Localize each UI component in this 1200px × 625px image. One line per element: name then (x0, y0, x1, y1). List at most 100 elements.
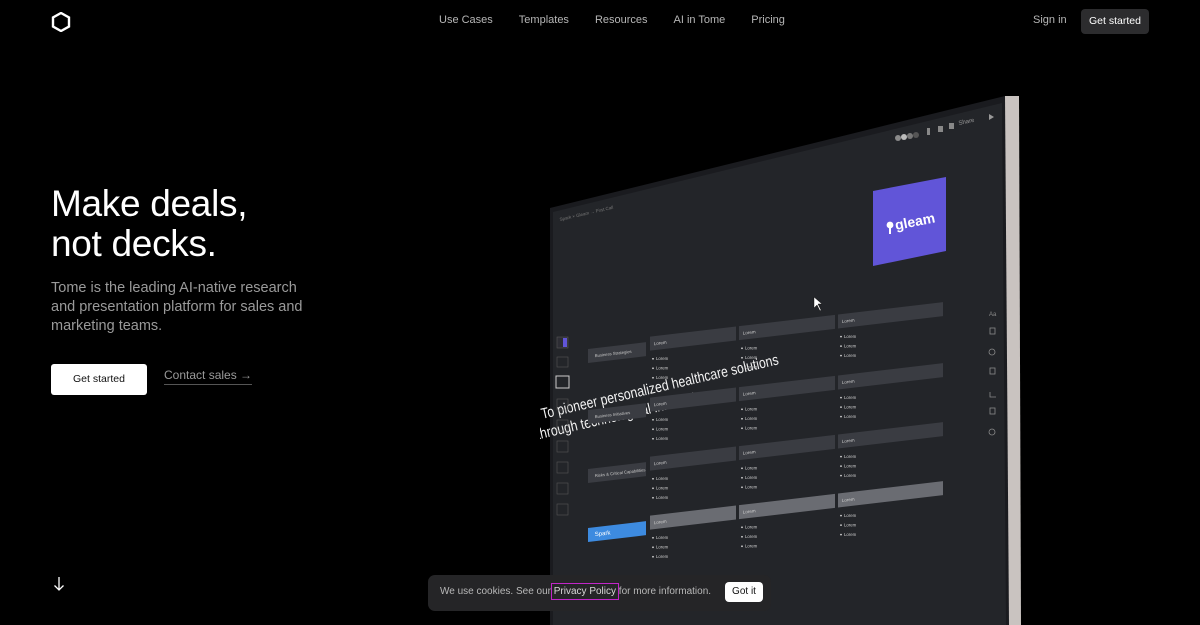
bullet-item: Lorem (656, 366, 669, 371)
bullet-dot-icon (840, 524, 842, 527)
bullet-item: Lorem (844, 523, 857, 528)
hero-headline-line2: not decks. (51, 223, 217, 264)
bullet-dot-icon (652, 477, 654, 480)
tome-logo[interactable] (51, 12, 71, 32)
bullet-item: Lorem (656, 356, 669, 361)
cookie-prefix: We use cookies. See our (440, 586, 554, 597)
nav-link-resources[interactable]: Resources (595, 14, 648, 26)
sign-in-link[interactable]: Sign in (1033, 14, 1067, 26)
bullet-dot-icon (840, 345, 842, 348)
bullet-item: Lorem (656, 436, 669, 441)
bullet-dot-icon (741, 467, 743, 470)
bullet-dot-icon (741, 427, 743, 430)
bullet-dot-icon (840, 465, 842, 468)
bullet-dot-icon (652, 536, 654, 539)
bullet-dot-icon (652, 496, 654, 499)
bullet-item: Lorem (656, 476, 669, 481)
edit-icon[interactable] (949, 123, 954, 129)
bullet-item: Lorem (745, 475, 758, 480)
bullet-item: Lorem (745, 407, 758, 412)
bullet-item: Lorem (745, 544, 758, 549)
bullet-item: Lorem (656, 495, 669, 500)
avatar-1 (895, 135, 901, 141)
bullet-dot-icon (840, 474, 842, 477)
nav-link-use-cases[interactable]: Use Cases (439, 14, 493, 26)
bullet-item: Lorem (844, 454, 857, 459)
bullet-item: Lorem (745, 365, 758, 370)
bullet-item: Lorem (745, 416, 758, 421)
bullet-item: Lorem (745, 466, 758, 471)
bullet-item: Lorem (745, 485, 758, 490)
bullet-dot-icon (741, 408, 743, 411)
bullet-dot-icon (652, 428, 654, 431)
bullet-item: Lorem (844, 395, 857, 400)
bullet-item: Lorem (745, 346, 758, 351)
bullet-item: Lorem (844, 353, 857, 358)
bullet-dot-icon (741, 366, 743, 369)
bullet-dot-icon (652, 367, 654, 370)
gleam-logo-stem (889, 226, 891, 234)
product-screen-mockup: Share Spark × Gleam → First Call To pion… (540, 96, 1021, 625)
cookie-message: We use cookies. See our Privacy Policy f… (440, 583, 712, 600)
bullet-item: Lorem (745, 355, 758, 360)
cookie-banner: We use cookies. See our Privacy Policy f… (428, 575, 771, 611)
bullet-dot-icon (840, 415, 842, 418)
bullet-dot-icon (652, 555, 654, 558)
avatar-2 (901, 134, 907, 140)
bullet-item: Lorem (844, 513, 857, 518)
hero-headline: Make deals, not decks. (51, 183, 248, 264)
bullet-dot-icon (652, 437, 654, 440)
contact-sales-link[interactable]: Contact sales → (164, 368, 253, 385)
bullet-item: Lorem (745, 525, 758, 530)
nav-get-started-button[interactable]: Get started (1081, 9, 1149, 34)
hero-headline-line1: Make deals, (51, 183, 248, 224)
avatar-count (913, 132, 919, 138)
top-nav: Use Cases Templates Resources AI in Tome… (0, 0, 1200, 42)
bullet-item: Lorem (844, 414, 857, 419)
bullet-dot-icon (741, 535, 743, 538)
bullet-item: Lorem (844, 532, 857, 537)
bullet-item: Lorem (656, 554, 669, 559)
bullet-item: Lorem (656, 427, 669, 432)
bullet-item: Lorem (844, 344, 857, 349)
hero-subhead: Tome is the leading AI-native research a… (51, 280, 303, 334)
bullet-dot-icon (741, 545, 743, 548)
bullet-dot-icon (840, 396, 842, 399)
bullet-item: Lorem (656, 417, 669, 422)
avatar-3 (907, 133, 913, 139)
bullet-dot-icon (840, 406, 842, 409)
nav-link-templates[interactable]: Templates (519, 14, 569, 26)
gleam-logo-card: gleam (873, 177, 946, 266)
cookie-suffix: for more information. (616, 586, 712, 597)
bullet-dot-icon (652, 487, 654, 490)
bullet-dot-icon (741, 417, 743, 420)
bullet-item: Lorem (656, 375, 669, 380)
privacy-policy-link[interactable]: Privacy Policy (550, 583, 620, 600)
nav-links: Use Cases Templates Resources AI in Tome… (439, 14, 785, 26)
cookie-got-it-button[interactable]: Got it (725, 582, 763, 602)
scroll-down-arrow-icon[interactable] (52, 575, 66, 593)
bullet-item: Lorem (656, 535, 669, 540)
chart-icon[interactable] (927, 128, 930, 135)
thumbnail-1-accent (563, 338, 567, 347)
bullet-dot-icon (741, 526, 743, 529)
bullet-dot-icon (741, 476, 743, 479)
comment-icon[interactable] (938, 126, 943, 132)
bullet-item: Lorem (745, 534, 758, 539)
bullet-dot-icon (840, 455, 842, 458)
hero-get-started-button[interactable]: Get started (51, 364, 147, 395)
bullet-dot-icon (840, 354, 842, 357)
bullet-dot-icon (840, 533, 842, 536)
bullet-item: Lorem (844, 334, 857, 339)
bullet-dot-icon (741, 347, 743, 350)
bullet-dot-icon (652, 418, 654, 421)
bullet-dot-icon (840, 514, 842, 517)
bullet-dot-icon (652, 546, 654, 549)
bullet-dot-icon (741, 356, 743, 359)
nav-link-pricing[interactable]: Pricing (751, 14, 785, 26)
bullet-item: Lorem (745, 426, 758, 431)
nav-link-ai-in-tome[interactable]: AI in Tome (674, 14, 726, 26)
text-tool-icon[interactable]: Aa (989, 312, 997, 318)
bullet-item: Lorem (656, 545, 669, 550)
bullet-item: Lorem (844, 464, 857, 469)
